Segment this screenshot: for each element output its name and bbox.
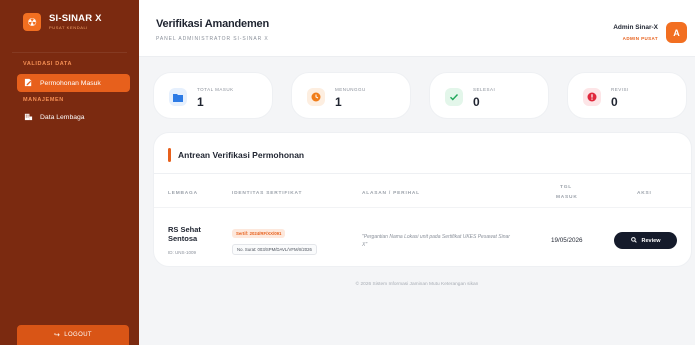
stat-value: 0 [473,95,480,109]
stat-label: MENUNGGU [335,87,366,92]
reason-text: "Pergantian Nama Lokasi unit pada Sertif… [362,234,510,248]
accent-bar [168,148,171,162]
avatar[interactable]: A [666,22,687,43]
column-header-lembaga: LEMBAGA [168,191,198,196]
panel-divider [154,173,691,174]
stat-card-menunggu: MENUNGGU 1 [291,72,411,119]
lembaga-name-line2: Sentosa [168,234,198,244]
queue-panel: Antrean Verifikasi Permohonan LEMBAGA ID… [153,132,692,267]
review-label: Review [641,237,661,244]
column-header-aksi: AKSI [637,191,652,196]
file-edit-icon [24,78,33,89]
lembaga-name: RS Sehat Sentosa [168,225,201,244]
stat-card-revisi: REVISI 0 [567,72,687,119]
panel-title: Antrean Verifikasi Permohonan [178,150,305,160]
certificate-badge: Sertif: 2024/RF/XX/091 [232,229,286,238]
brand[interactable]: ☢ SI-SINAR X PUSAT KENDALI [0,0,139,44]
footer-text: © 2026 Sistem Informasi Jaminan Mutu Ket… [355,282,479,287]
user-role: ADMIN PUSAT [622,36,658,41]
column-header-identitas: IDENTITAS SERTIFIKAT [232,191,303,196]
review-button[interactable]: Review [614,232,677,249]
column-header-alasan: ALASAN / PERIHAL [362,191,420,196]
panel-header: Antrean Verifikasi Permohonan [168,148,304,162]
sidebar-section-validasi: VALIDASI DATA [23,61,73,67]
letter-number-badge: No. Surat: 003/SPM/DAVL/VFM/II/2026 [232,244,317,255]
folder-icon [169,88,187,106]
row-divider [154,207,691,208]
lembaga-id: ID: UNS-1009 [168,250,197,255]
stat-value: 1 [335,95,342,109]
stat-card-selesai: SELESAI 0 [429,72,549,119]
clock-icon [307,88,325,106]
sidebar-item-permohonan-masuk[interactable]: Permohonan Masuk [17,74,130,92]
sidebar-item-data-lembaga[interactable]: Data Lembaga [17,108,130,126]
user-name: Admin Sinar-X [613,24,658,31]
logout-label: LOGOUT [64,332,92,338]
logout-button[interactable]: ↪ LOGOUT [17,325,129,345]
check-icon [445,88,463,106]
page-title: Verifikasi Amandemen [156,18,269,30]
stat-label: TOTAL MASUK [197,87,234,92]
column-header-tgl: TGL [560,185,572,190]
sidebar: ☢ SI-SINAR X PUSAT KENDALI VALIDASI DATA… [0,0,139,345]
column-header-masuk: MASUK [556,195,578,200]
sidebar-divider [12,52,127,53]
stat-label: REVISI [611,87,629,92]
stat-value: 1 [197,95,204,109]
stat-card-total-masuk: TOTAL MASUK 1 [153,72,273,119]
stat-label: SELESAI [473,87,496,92]
building-icon [24,112,33,123]
radiation-icon: ☢ [23,13,41,31]
sidebar-section-manajemen: MANAJEMEN [23,97,64,103]
page-subtitle: PANEL ADMINISTRATOR SI-SINAR X [156,36,269,42]
alert-icon [583,88,601,106]
logout-icon: ↪ [53,332,61,339]
top-header: Verifikasi Amandemen PANEL ADMINISTRATOR… [139,0,695,57]
search-icon [630,236,637,245]
stat-value: 0 [611,95,618,109]
lembaga-name-line1: RS Sehat [168,225,201,234]
entry-date: 19/05/2026 [551,237,583,244]
brand-title: SI-SINAR X [49,13,102,25]
brand-subtitle: PUSAT KENDALI [49,24,88,30]
sidebar-item-label: Permohonan Masuk [40,79,101,87]
sidebar-item-label: Data Lembaga [40,113,85,121]
